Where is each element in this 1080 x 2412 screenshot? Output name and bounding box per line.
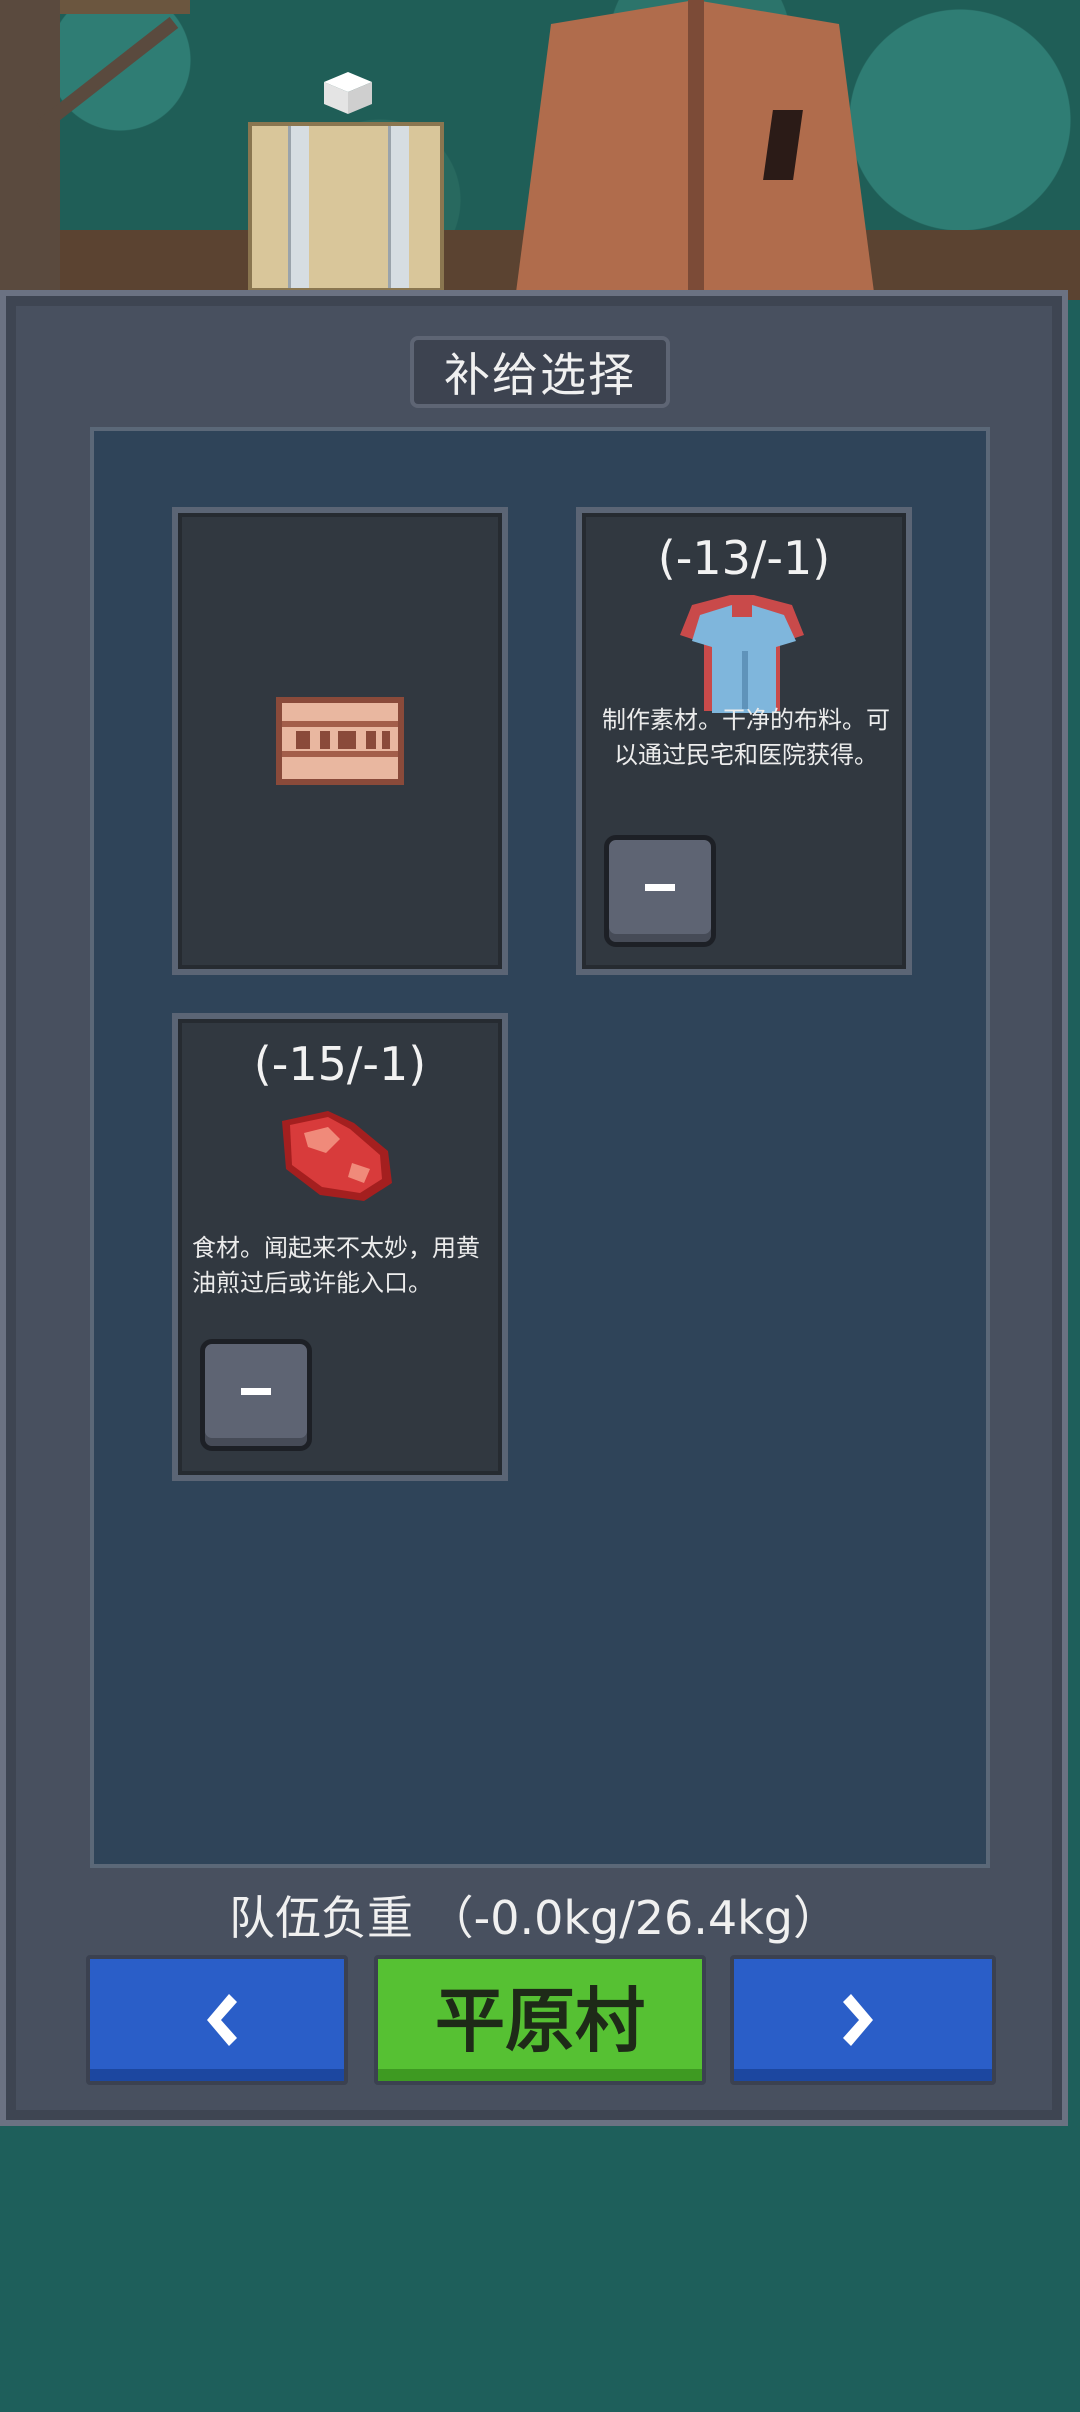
item-description: 食材。闻起来不太妙，用黄油煎过后或许能入口。 xyxy=(192,1234,480,1297)
item-grid: (-13/-1) 制作素材。干净的布料。可以通过民宅和医院获得。 (-15/-1… xyxy=(90,427,990,1868)
item-card-3[interactable]: (-15/-1) 食材。闻起来不太妙，用黄油煎过后或许能入口。 xyxy=(172,1013,508,1481)
cloth-shirt-icon xyxy=(680,595,804,713)
decrease-button[interactable] xyxy=(604,835,716,947)
next-button[interactable] xyxy=(730,1955,996,2085)
supply-crate[interactable] xyxy=(248,122,444,292)
raw-meat-icon xyxy=(282,1111,392,1201)
location-label: 平原村 xyxy=(435,1979,645,2062)
panel-title: 补给选择 xyxy=(410,336,670,408)
item-description: 制作素材。干净的布料。可以通过民宅和医院获得。 xyxy=(602,706,890,769)
minus-icon xyxy=(241,1387,271,1395)
item-count: (-13/-1) xyxy=(657,531,831,585)
box-icon xyxy=(324,72,372,114)
chevron-right-icon xyxy=(843,1994,873,2046)
minus-icon xyxy=(645,883,675,891)
previous-button[interactable] xyxy=(86,1955,348,2085)
background-scene xyxy=(0,0,1080,300)
panel-title-text: 补给选择 xyxy=(444,348,636,402)
location-button[interactable]: 平原村 xyxy=(374,1955,706,2085)
signpost xyxy=(60,0,190,14)
decrease-button[interactable] xyxy=(200,1339,312,1451)
crate-strap xyxy=(388,126,409,288)
team-weight-label: 队伍负重 （-0.0kg/26.4kg） xyxy=(229,1891,839,1945)
chevron-left-icon xyxy=(207,1994,237,2046)
tent-pole xyxy=(688,0,704,300)
crate-strap xyxy=(288,126,309,288)
wooden-sign-icon xyxy=(276,697,404,785)
tree-trunk xyxy=(0,0,60,300)
item-card-1[interactable] xyxy=(172,507,508,975)
item-count: (-15/-1) xyxy=(253,1037,427,1091)
item-card-2[interactable]: (-13/-1) 制作素材。干净的布料。可以通过民宅和医院获得。 xyxy=(576,507,912,975)
